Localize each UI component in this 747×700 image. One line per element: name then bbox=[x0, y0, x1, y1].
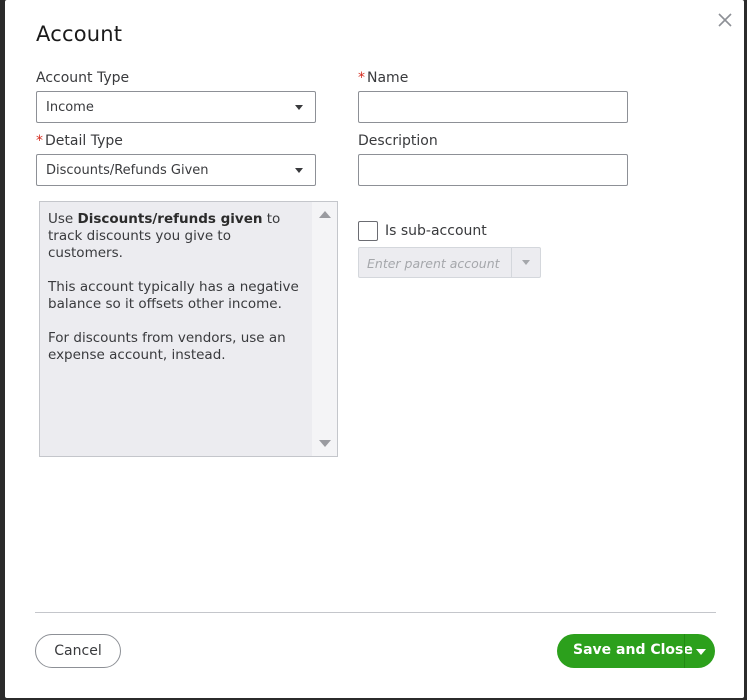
help-paragraph: This account typically has a negative ba… bbox=[48, 279, 299, 312]
account-dialog: Account Account Type Income * Name * Detai… bbox=[5, 0, 744, 698]
detail-type-select[interactable]: Discounts/Refunds Given bbox=[36, 154, 316, 186]
dialog-title: Account bbox=[36, 22, 123, 46]
detail-type-value: Discounts/Refunds Given bbox=[46, 163, 209, 178]
required-marker: * bbox=[358, 70, 365, 86]
detail-type-help-box[interactable]: Use Discounts/refunds given to track dis… bbox=[39, 201, 338, 457]
split-button-divider bbox=[684, 634, 685, 668]
save-and-close-button[interactable]: Save and Close bbox=[557, 634, 715, 668]
account-type-select[interactable]: Income bbox=[36, 91, 316, 123]
name-label: * Name bbox=[358, 70, 409, 86]
detail-type-label: * Detail Type bbox=[36, 133, 123, 149]
help-paragraph: Use Discounts/refunds given to track dis… bbox=[48, 211, 281, 261]
chevron-down-icon bbox=[295, 168, 303, 173]
chevron-down-icon bbox=[295, 105, 303, 110]
save-and-close-label: Save and Close bbox=[573, 642, 693, 658]
sub-account-label: Is sub-account bbox=[385, 223, 487, 239]
close-icon[interactable] bbox=[716, 11, 734, 29]
help-text: Use Discounts/refunds given to track dis… bbox=[48, 211, 310, 381]
description-label: Description bbox=[358, 133, 438, 149]
name-input[interactable] bbox=[358, 91, 628, 123]
help-paragraph: For discounts from vendors, use an expen… bbox=[48, 330, 286, 363]
footer-divider bbox=[35, 612, 716, 613]
description-input[interactable] bbox=[358, 154, 628, 186]
cancel-button[interactable]: Cancel bbox=[35, 634, 121, 668]
scroll-up-arrow-icon[interactable] bbox=[319, 211, 331, 218]
parent-select-divider bbox=[511, 248, 512, 277]
account-type-value: Income bbox=[46, 100, 94, 115]
required-marker: * bbox=[36, 133, 43, 149]
parent-account-select: Enter parent account bbox=[358, 247, 541, 278]
scroll-down-arrow-icon[interactable] bbox=[319, 440, 331, 447]
parent-account-placeholder: Enter parent account bbox=[367, 256, 500, 271]
sub-account-checkbox[interactable] bbox=[358, 221, 378, 241]
chevron-down-icon[interactable] bbox=[696, 649, 706, 655]
account-type-label: Account Type bbox=[36, 70, 130, 86]
chevron-down-icon bbox=[522, 260, 530, 265]
help-scrollbar[interactable] bbox=[312, 202, 337, 456]
